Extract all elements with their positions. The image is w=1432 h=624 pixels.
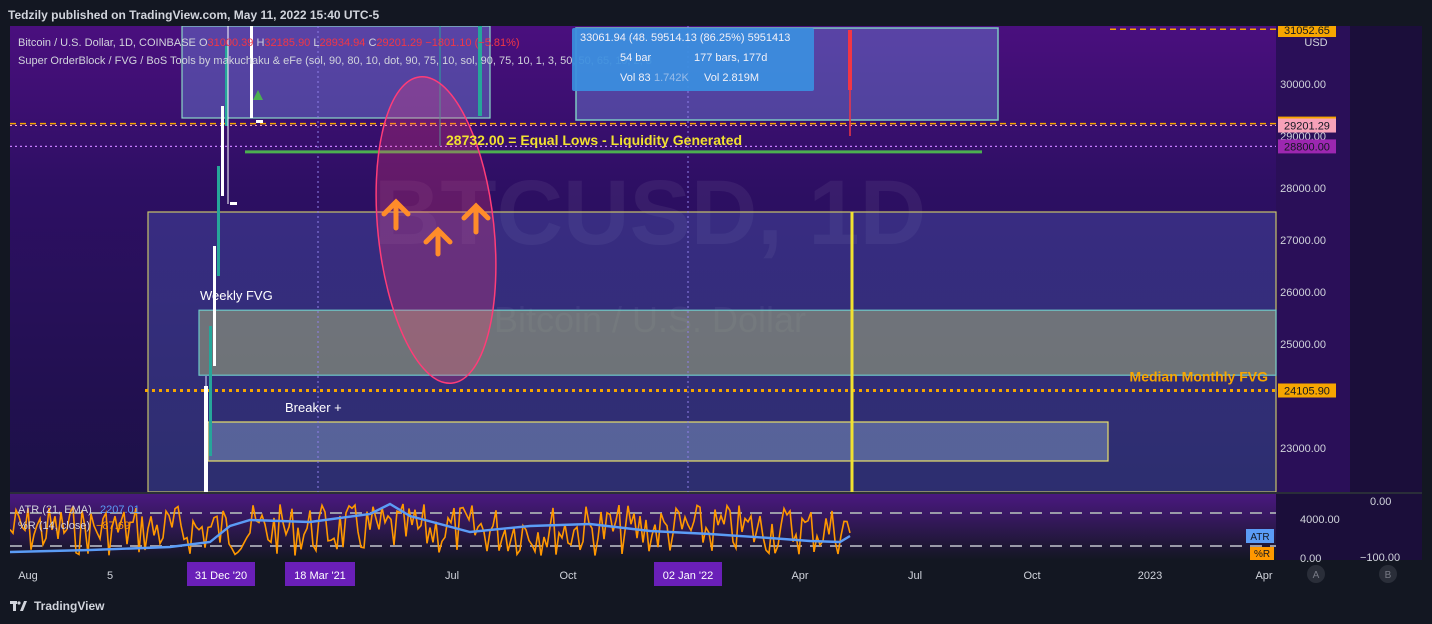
wr-badge: %R [1254, 549, 1270, 560]
price-tick: 27000.00 [1280, 235, 1326, 247]
time-tick: Oct [559, 570, 576, 582]
candle [221, 106, 224, 196]
equal-lows-label: 28732.00 = Equal Lows - Liquidity Genera… [446, 132, 742, 148]
price-tick: 28000.00 [1280, 183, 1326, 195]
chart-area[interactable]: BTCUSD, 1D Bitcoin / U.S. Dollar 28732.0… [9, 23, 1422, 588]
time-tick: Jul [908, 570, 922, 582]
price-tick: 23000.00 [1280, 443, 1326, 455]
price-tick: 25000.00 [1280, 339, 1326, 351]
median-monthly-fvg-label: Median Monthly FVG [1130, 368, 1269, 384]
auto-scale-button[interactable]: A [1313, 570, 1320, 581]
candle [209, 326, 212, 456]
wr-legend-value: −87.69 [96, 520, 130, 532]
price-tick: 26000.00 [1280, 287, 1326, 299]
candle [217, 166, 220, 276]
time-tick: Oct [1023, 570, 1040, 582]
candle [230, 202, 237, 205]
candle [848, 30, 852, 90]
price-tick: 30000.00 [1280, 79, 1326, 91]
footer-bar [0, 590, 1432, 624]
price-badge: 28800.00 [1284, 141, 1330, 153]
time-tick: 5 [107, 570, 113, 582]
legend-close: 29201.29 [376, 37, 423, 49]
legend-open: 31000.39 [207, 37, 254, 49]
legend-open-label: O [198, 37, 208, 49]
breaker-zone [207, 421, 1109, 462]
tooltip-line1: 33061.94 (48. 59514.13 (86.25%) 5951413 [580, 32, 791, 44]
log-scale-button[interactable]: B [1385, 570, 1392, 581]
price-badge: 31052.65 [1284, 26, 1330, 37]
atr-badge: ATR [1250, 532, 1269, 543]
chart-legend: Bitcoin / U.S. Dollar, 1D, COINBASE O310… [18, 34, 652, 70]
time-highlight: 31 Dec '20 [195, 570, 247, 582]
tooltip-vol-mid: 1.742K [654, 72, 689, 84]
legend-row-symbol: Bitcoin / U.S. Dollar, 1D, COINBASE O310… [18, 34, 652, 52]
oscillator-axis-bg [1276, 494, 1422, 560]
tradingview-logo-icon [10, 601, 27, 611]
legend-low: 28934.94 [319, 37, 366, 49]
wr-legend-label: %R (14, close) [18, 520, 90, 532]
tradingview-brand[interactable]: TradingView [10, 599, 104, 613]
brand-text: TradingView [34, 599, 105, 613]
price-axis-currency: USD [1304, 37, 1327, 49]
time-highlight: 02 Jan '22 [663, 570, 713, 582]
legend-indicator: Super OrderBlock / FVG / BoS Tools by ma… [18, 55, 652, 67]
tooltip-vol-right: Vol 2.819M [704, 72, 760, 84]
publish-line: Tedzily published on TradingView.com, Ma… [8, 8, 380, 22]
osc-left-tick: 4000.00 [1300, 514, 1340, 526]
time-tick: 2023 [1138, 570, 1162, 582]
tooltip-bars-right: 177 bars, 177d [694, 52, 768, 64]
weekly-fvg-label: Weekly FVG [200, 288, 273, 303]
breaker-label: Breaker + [285, 400, 342, 415]
legend-high: 32185.90 [264, 37, 311, 49]
oscillator-pane-bg [10, 494, 1276, 560]
tooltip-bars-left: 54 bar [620, 52, 652, 64]
atr-legend-label: ATR (21, EMA) [18, 504, 92, 516]
candle [204, 386, 208, 492]
top-bar: Tedzily published on TradingView.com, Ma… [0, 0, 1432, 26]
candle [256, 120, 263, 123]
atr-legend-value: 2207.01 [100, 504, 140, 516]
price-axis-right-bg [1350, 26, 1422, 492]
price-badge: 29201.29 [1284, 121, 1330, 133]
candle [213, 246, 216, 366]
time-tick: Apr [1255, 570, 1272, 582]
tooltip-vol-left: Vol 83 [620, 72, 651, 84]
legend-change: −1801.10 (−5.81%) [425, 37, 520, 49]
price-badge: 24105.90 [1284, 385, 1330, 397]
time-tick: Apr [791, 570, 808, 582]
time-tick: Jul [445, 570, 459, 582]
legend-symbol: Bitcoin / U.S. Dollar, 1D, COINBASE [18, 37, 196, 49]
time-tick: Aug [18, 570, 38, 582]
price-chart-svg[interactable]: BTCUSD, 1D Bitcoin / U.S. Dollar 28732.0… [9, 23, 1422, 588]
measure-tooltip: 33061.94 (48. 59514.13 (86.25%) 5951413 … [572, 28, 814, 91]
weekly-fvg-zone [198, 309, 1277, 376]
time-highlight: 18 Mar '21 [294, 570, 346, 582]
osc-right-tick: 0.00 [1370, 496, 1391, 508]
